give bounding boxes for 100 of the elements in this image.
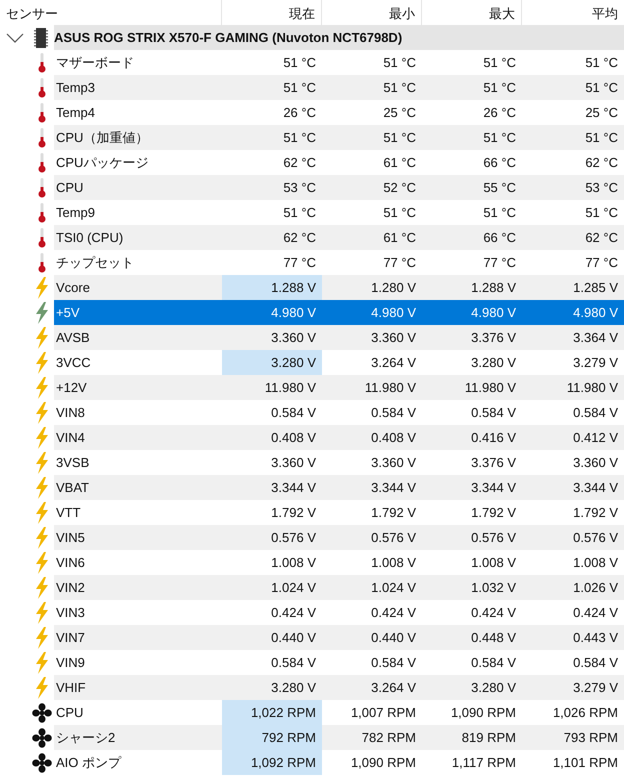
value-cell: 792 RPM (222, 725, 322, 750)
sensor-name[interactable]: AIO ポンプ (54, 750, 222, 775)
sensor-name[interactable]: TSI0 (CPU) (54, 225, 222, 250)
value-cell-text: 3.279 V (572, 354, 619, 372)
sensor-name[interactable]: VBAT (54, 475, 222, 500)
value-cell: 0.443 V (522, 625, 624, 650)
value-cell: 1,092 RPM (222, 750, 322, 775)
value-cell: 0.576 V (222, 525, 322, 550)
value-cell: 0.412 V (522, 425, 624, 450)
value-cell: 1.288 V (222, 275, 322, 300)
sensor-name[interactable]: VIN6 (54, 550, 222, 575)
lightning-icon (35, 602, 49, 624)
value-cell: 0.440 V (322, 625, 422, 650)
value-cell-text: 77 °C (584, 254, 619, 272)
value-cell-text: 3.376 V (470, 454, 517, 472)
thermometer-icon (38, 202, 46, 222)
value-cell-text: 1.008 V (572, 554, 619, 572)
sensor-name[interactable]: AVSB (54, 325, 222, 350)
value-cell: 0.440 V (222, 625, 322, 650)
chevron-icon[interactable] (6, 32, 24, 44)
value-cell: 11.980 V (322, 375, 422, 400)
value-cell-text: 51 °C (282, 54, 317, 72)
sensor-name[interactable]: CPU (54, 700, 222, 725)
value-cell-text: 1,117 RPM (450, 754, 517, 772)
sensor-name[interactable]: VIN8 (54, 400, 222, 425)
value-cell-text: 1.008 V (370, 554, 417, 572)
value-cell-text: 4.980 V (470, 304, 517, 322)
value-cell-text: 1.008 V (470, 554, 517, 572)
sensor-name[interactable]: CPU（加重値） (54, 125, 222, 150)
value-cell: 3.344 V (522, 475, 624, 500)
value-cell-text: 66 °C (482, 154, 517, 172)
value-cell-text: 61 °C (382, 154, 417, 172)
sensor-name[interactable]: Temp9 (54, 200, 222, 225)
value-cell: 62 °C (222, 225, 322, 250)
thermometer-icon (38, 78, 46, 98)
value-cell-text: 1.792 V (572, 504, 619, 522)
value-cell-text: 0.424 V (270, 604, 317, 622)
value-cell: 1.024 V (322, 575, 422, 600)
sensor-name[interactable]: VIN7 (54, 625, 222, 650)
value-cell-text: 0.584 V (572, 404, 619, 422)
value-cell-text: 3.280 V (470, 354, 517, 372)
value-cell-text: 51 °C (482, 204, 517, 222)
value-cell: 51 °C (422, 125, 522, 150)
value-cell-text: 77 °C (282, 254, 317, 272)
value-cell: 3.364 V (522, 325, 624, 350)
thermometer-icon (38, 252, 46, 272)
sensor-name[interactable]: VIN4 (54, 425, 222, 450)
thermometer-icon (38, 152, 46, 172)
value-cell-text: 1.792 V (470, 504, 517, 522)
lightning-icon (35, 652, 49, 674)
value-cell-text: 3.360 V (270, 454, 317, 472)
value-cell-text: 51 °C (482, 54, 517, 72)
sensor-name[interactable]: 3VSB (54, 450, 222, 475)
value-cell: 51 °C (422, 75, 522, 100)
value-cell-text: 77 °C (382, 254, 417, 272)
sensor-name[interactable]: チップセット (54, 250, 222, 275)
value-cell: 3.344 V (322, 475, 422, 500)
sensor-name[interactable]: VHIF (54, 675, 222, 700)
value-cell-text: 0.584 V (470, 404, 517, 422)
sensor-name[interactable]: CPU (54, 175, 222, 200)
value-cell-text: 51 °C (282, 204, 317, 222)
lightning-icon (35, 426, 49, 448)
value-cell: 3.360 V (322, 325, 422, 350)
value-cell-text: 51 °C (382, 54, 417, 72)
sensor-name[interactable]: +12V (54, 375, 222, 400)
value-cell: 53 °C (522, 175, 624, 200)
sensor-name[interactable]: VIN3 (54, 600, 222, 625)
value-cell-text: 0.584 V (470, 654, 517, 672)
value-cell: 1.288 V (422, 275, 522, 300)
sensor-name[interactable]: +5V (54, 300, 222, 325)
sensor-name[interactable]: 3VCC (54, 350, 222, 375)
value-cell-text: 0.584 V (370, 654, 417, 672)
sensor-name[interactable]: シャーシ2 (54, 725, 222, 750)
value-cell: 3.280 V (222, 675, 322, 700)
value-cell: 1.032 V (422, 575, 522, 600)
value-cell: 793 RPM (522, 725, 624, 750)
sensor-name[interactable]: CPUパッケージ (54, 150, 222, 175)
value-cell: 51 °C (522, 75, 624, 100)
column-header[interactable]: 平均 (522, 0, 624, 25)
value-cell-text: 26 °C (282, 104, 317, 122)
sensor-name[interactable]: Temp3 (54, 75, 222, 100)
value-cell-text: 3.360 V (370, 454, 417, 472)
sensor-name[interactable]: マザーボード (54, 50, 222, 75)
value-cell-text: 1,090 RPM (350, 754, 417, 772)
sensor-name[interactable]: Vcore (54, 275, 222, 300)
chip-icon (34, 28, 48, 48)
sensor-name[interactable]: VTT (54, 500, 222, 525)
sensor-name[interactable]: VIN5 (54, 525, 222, 550)
sensor-name[interactable]: VIN2 (54, 575, 222, 600)
sensor-name[interactable]: VIN9 (54, 650, 222, 675)
value-cell: 3.376 V (422, 325, 522, 350)
sensor-name[interactable]: Temp4 (54, 100, 222, 125)
value-cell: 66 °C (422, 225, 522, 250)
lightning-icon (35, 326, 49, 348)
value-cell-text: 1.792 V (370, 504, 417, 522)
value-cell: 1.280 V (322, 275, 422, 300)
value-cell-text: 3.264 V (370, 354, 417, 372)
value-cell-text: 0.424 V (470, 604, 517, 622)
lightning-icon (35, 376, 49, 398)
value-cell-text: 4.980 V (370, 304, 417, 322)
